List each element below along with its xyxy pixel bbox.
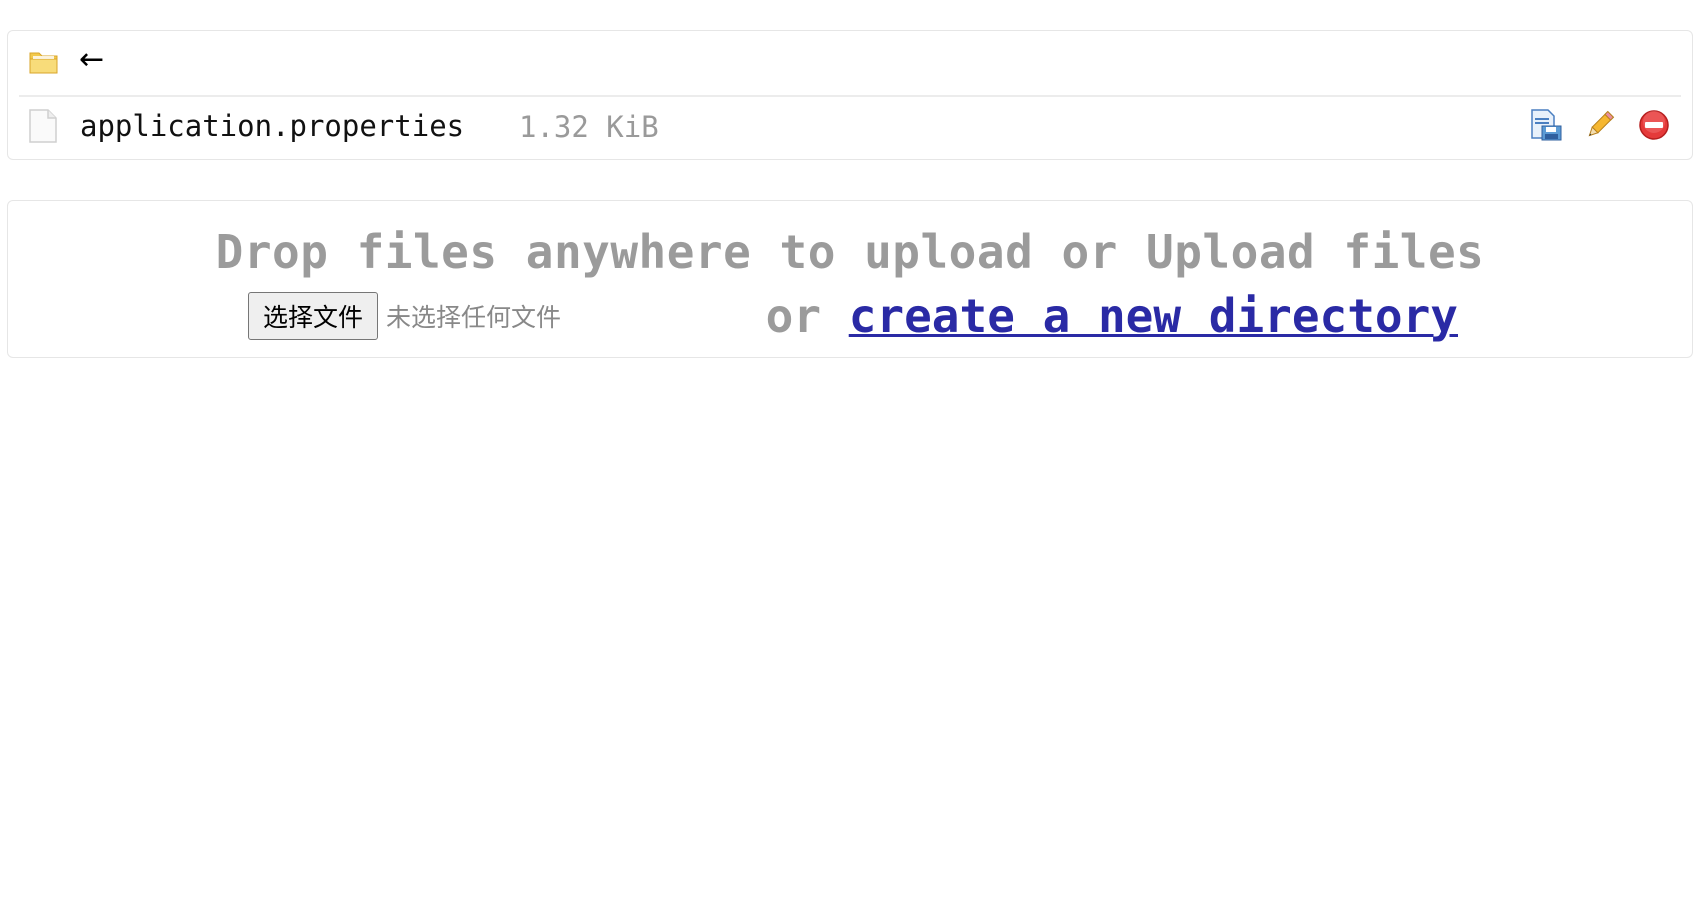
file-chooser[interactable]: 选择文件 未选择任何文件 — [248, 292, 561, 340]
or-text: or — [765, 289, 822, 343]
parent-directory-link[interactable]: ← — [79, 45, 104, 75]
drop-files-text: Drop files anywhere to upload or Upload … — [215, 225, 1485, 279]
delete-icon[interactable] — [1637, 108, 1671, 142]
file-size: 1.32 KiB — [519, 110, 659, 144]
upload-controls: 选择文件 未选择任何文件 or create a new directory — [248, 289, 1458, 343]
create-directory-link[interactable]: create a new directory — [849, 289, 1458, 343]
create-directory-line: or create a new directory — [766, 289, 1458, 343]
download-icon[interactable] — [1529, 108, 1563, 142]
choose-file-button[interactable]: 选择文件 — [248, 292, 379, 340]
file-icon — [29, 109, 59, 143]
edit-icon[interactable] — [1583, 108, 1617, 142]
file-actions — [1529, 105, 1671, 145]
upload-panel: Drop files anywhere to upload or Upload … — [7, 200, 1693, 358]
no-file-selected-text: 未选择任何文件 — [386, 303, 562, 332]
file-listing-panel: ← application.properties 1.32 KiB — [7, 30, 1693, 160]
file-name-link[interactable]: application.properties — [80, 109, 464, 143]
parent-directory-row[interactable]: ← — [19, 35, 1681, 97]
folder-icon — [29, 47, 59, 81]
file-row: application.properties 1.32 KiB — [19, 97, 1681, 155]
